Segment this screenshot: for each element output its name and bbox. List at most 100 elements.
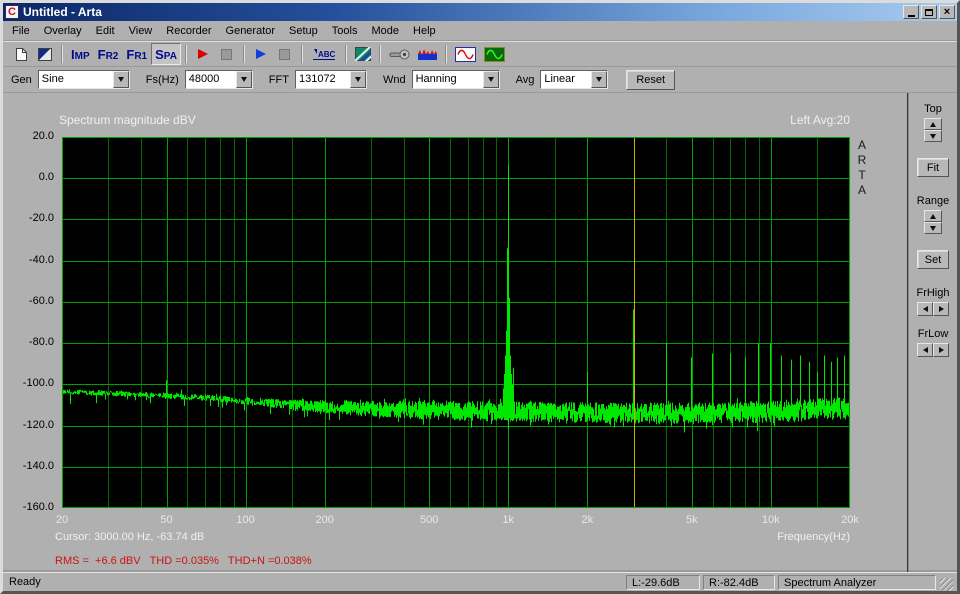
maximize-button[interactable]: [921, 5, 937, 19]
close-button[interactable]: ×: [939, 5, 955, 19]
arta-window: C Untitled - Arta × FileOverlayEditViewR…: [0, 0, 960, 594]
shaded-view-icon: [355, 47, 371, 61]
spa-mode-button[interactable]: SPA: [151, 43, 181, 65]
minimize-icon: [908, 15, 915, 17]
range-down-button[interactable]: [924, 222, 942, 234]
text-marker-button[interactable]: ABC: [307, 43, 341, 65]
sine-red-icon: [455, 47, 476, 62]
x-axis-label: Frequency(Hz): [777, 531, 850, 543]
close-icon: ×: [944, 7, 950, 17]
menu-item-overlay[interactable]: Overlay: [37, 22, 89, 40]
menu-item-edit[interactable]: Edit: [89, 22, 122, 40]
maximize-icon: [925, 9, 933, 16]
toolbar-separator: [379, 45, 381, 63]
imp-mode-button[interactable]: IMP: [67, 43, 94, 65]
minimize-button[interactable]: [903, 5, 919, 19]
chevron-down-icon[interactable]: [483, 71, 499, 88]
avg-select[interactable]: Linear: [540, 70, 608, 89]
waveform-icon: [418, 48, 437, 61]
time-record-button[interactable]: [451, 43, 480, 65]
signal-generator-button[interactable]: [480, 43, 509, 65]
toolbar-separator: [185, 45, 187, 63]
stop-button[interactable]: [273, 43, 297, 65]
y-tick-label: -140.0: [3, 460, 58, 472]
chevron-down-icon[interactable]: [591, 71, 607, 88]
spectrum-chart[interactable]: [62, 137, 850, 508]
top-up-button[interactable]: [924, 118, 942, 130]
new-file-button[interactable]: [9, 43, 33, 65]
status-message: Ready: [7, 576, 623, 588]
fs-select[interactable]: 48000: [185, 70, 253, 89]
play-button[interactable]: [249, 43, 273, 65]
resize-grip[interactable]: [940, 578, 953, 591]
avg-value: Linear: [541, 71, 591, 88]
menu-item-file[interactable]: File: [5, 22, 37, 40]
frhigh-left-button[interactable]: [917, 302, 933, 316]
title-bar: C Untitled - Arta ×: [3, 3, 957, 21]
menu-bar: FileOverlayEditViewRecorderGeneratorSetu…: [3, 21, 957, 41]
y-tick-label: -160.0: [3, 501, 58, 513]
record-stop-icon: [221, 49, 232, 60]
reset-button[interactable]: Reset: [626, 70, 675, 90]
toolbar-separator: [61, 45, 63, 63]
arta-vertical-brand: ARTA: [855, 138, 869, 198]
average-count-text: Left Avg:20: [790, 113, 850, 127]
top-down-button[interactable]: [924, 130, 942, 142]
x-tick-label: 10k: [762, 514, 780, 526]
menu-item-tools[interactable]: Tools: [325, 22, 365, 40]
stop-icon: [279, 49, 290, 60]
fr1-mode-button[interactable]: FR1: [122, 43, 151, 65]
x-tick-label: 200: [315, 514, 333, 526]
x-tick-label: 2k: [582, 514, 594, 526]
menu-item-mode[interactable]: Mode: [364, 22, 406, 40]
toolbar: IMP FR2 FR1 SPA ABC: [3, 41, 957, 67]
menu-item-generator[interactable]: Generator: [219, 22, 283, 40]
shaded-view-button[interactable]: [351, 43, 375, 65]
y-tick-label: -60.0: [3, 295, 58, 307]
frlow-right-button[interactable]: [933, 343, 949, 357]
x-tick-label: 100: [236, 514, 254, 526]
avg-label: Avg: [516, 74, 535, 86]
arrow-right-icon: [939, 347, 944, 353]
waveform-button[interactable]: [414, 43, 441, 65]
y-tick-label: 20.0: [3, 130, 58, 142]
overlay-button[interactable]: [33, 43, 57, 65]
fft-label: FFT: [269, 74, 289, 86]
app-icon[interactable]: C: [5, 5, 19, 19]
wnd-value: Hanning: [413, 71, 483, 88]
frhigh-right-button[interactable]: [933, 302, 949, 316]
frlow-left-button[interactable]: [917, 343, 933, 357]
menu-item-setup[interactable]: Setup: [282, 22, 325, 40]
text-marker-icon: ABC: [311, 47, 337, 61]
fft-select[interactable]: 131072: [295, 70, 367, 89]
plot-area[interactable]: Spectrum magnitude dBV Left Avg:20 ARTA …: [3, 93, 907, 572]
wnd-label: Wnd: [383, 74, 406, 86]
x-tick-label: 500: [420, 514, 438, 526]
wnd-select[interactable]: Hanning: [412, 70, 500, 89]
microphone-button[interactable]: [385, 43, 414, 65]
mode-indicator: Spectrum Analyzer: [778, 575, 936, 590]
gen-select[interactable]: Sine: [38, 70, 130, 89]
toolbar-separator: [243, 45, 245, 63]
left-level-indicator: L:-29.6dB: [626, 575, 700, 590]
cursor-readout: Cursor: 3000.00 Hz, -63.74 dB: [55, 531, 204, 543]
fr2-mode-button[interactable]: FR2: [94, 43, 123, 65]
set-button[interactable]: Set: [917, 250, 949, 269]
right-level-indicator: R:-82.4dB: [703, 575, 775, 590]
fit-button[interactable]: Fit: [917, 158, 949, 177]
chevron-down-icon[interactable]: [350, 71, 366, 88]
status-bar: Ready L:-29.6dB R:-82.4dB Spectrum Analy…: [3, 572, 957, 591]
menu-item-view[interactable]: View: [122, 22, 160, 40]
control-bar: Gen Sine Fs(Hz) 48000 FFT 131072 Wnd Han…: [3, 67, 957, 93]
record-start-button[interactable]: [191, 43, 215, 65]
window-title: Untitled - Arta: [23, 5, 903, 19]
menu-item-recorder[interactable]: Recorder: [159, 22, 218, 40]
menu-item-help[interactable]: Help: [406, 22, 443, 40]
y-tick-label: -100.0: [3, 377, 58, 389]
gen-label: Gen: [11, 74, 32, 86]
chevron-down-icon[interactable]: [113, 71, 129, 88]
x-tick-label: 50: [160, 514, 172, 526]
record-stop-button[interactable]: [215, 43, 239, 65]
chevron-down-icon[interactable]: [236, 71, 252, 88]
range-up-button[interactable]: [924, 210, 942, 222]
